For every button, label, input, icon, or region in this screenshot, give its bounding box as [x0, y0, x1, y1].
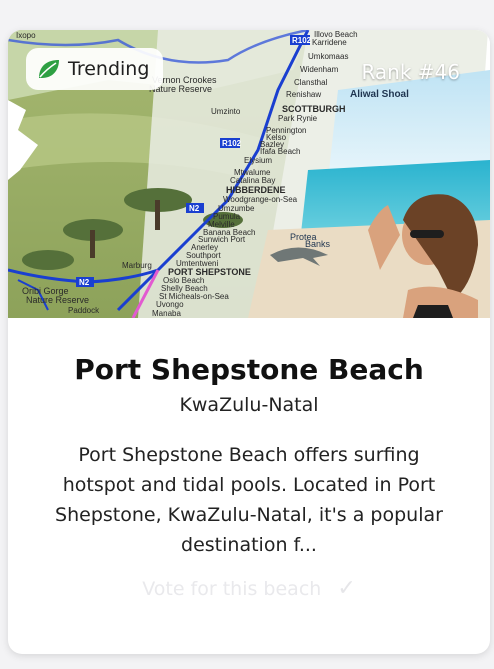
map-label: Manaba — [152, 309, 181, 318]
map-label: Widenham — [300, 65, 339, 74]
map-label: Clansthal — [294, 78, 328, 87]
leaf-icon — [36, 57, 62, 81]
road-shield-label: R102 — [222, 139, 242, 148]
trending-badge: Trending — [26, 48, 164, 90]
map-label: Park Rynie — [278, 114, 318, 123]
map-label: Paddock — [68, 306, 100, 315]
map-label: Umkomaas — [308, 52, 348, 61]
map-label: Elysium — [244, 156, 272, 165]
map-label: Catalina Bay — [230, 176, 275, 185]
map-label: HIBBERDENE — [226, 185, 286, 195]
beach-card[interactable]: Ixopo Vernon Crookes Nature Reserve Umzi… — [8, 30, 490, 654]
map-label: Ixopo — [16, 31, 36, 40]
trending-label: Trending — [68, 58, 150, 80]
rank-label: Rank #46 — [361, 60, 460, 84]
beach-region: KwaZulu-Natal — [179, 394, 319, 416]
vote-label: Vote for this beach — [142, 577, 322, 600]
map-label: Renishaw — [286, 90, 321, 99]
checkmark-icon: ✓ — [337, 576, 356, 601]
map-label: Umzinto — [211, 107, 241, 116]
map-label: Uvongo — [156, 300, 184, 309]
map-label: SCOTTBURGH — [282, 104, 346, 114]
beach-hero-image: Ixopo Vernon Crookes Nature Reserve Umzi… — [8, 30, 490, 318]
map-label: Banks — [305, 239, 331, 249]
map-label: Nature Reserve — [26, 295, 89, 305]
map-label: Ifafa Beach — [260, 147, 300, 156]
map-label: Marburg — [122, 261, 152, 270]
road-shield-label: R102 — [292, 36, 312, 45]
beach-name: Port Shepstone Beach — [74, 353, 424, 386]
road-shield-label: N2 — [189, 204, 200, 213]
map-label: Woodgrange-on-Sea — [223, 195, 298, 204]
map-label: Aliwal Shoal — [350, 89, 409, 100]
road-shield-label: N2 — [79, 278, 90, 287]
map-label: Karridene — [312, 38, 347, 47]
beach-description: Port Shepstone Beach offers surfing hots… — [55, 444, 443, 556]
vote-button[interactable]: Vote for this beach ✓ — [8, 576, 490, 601]
